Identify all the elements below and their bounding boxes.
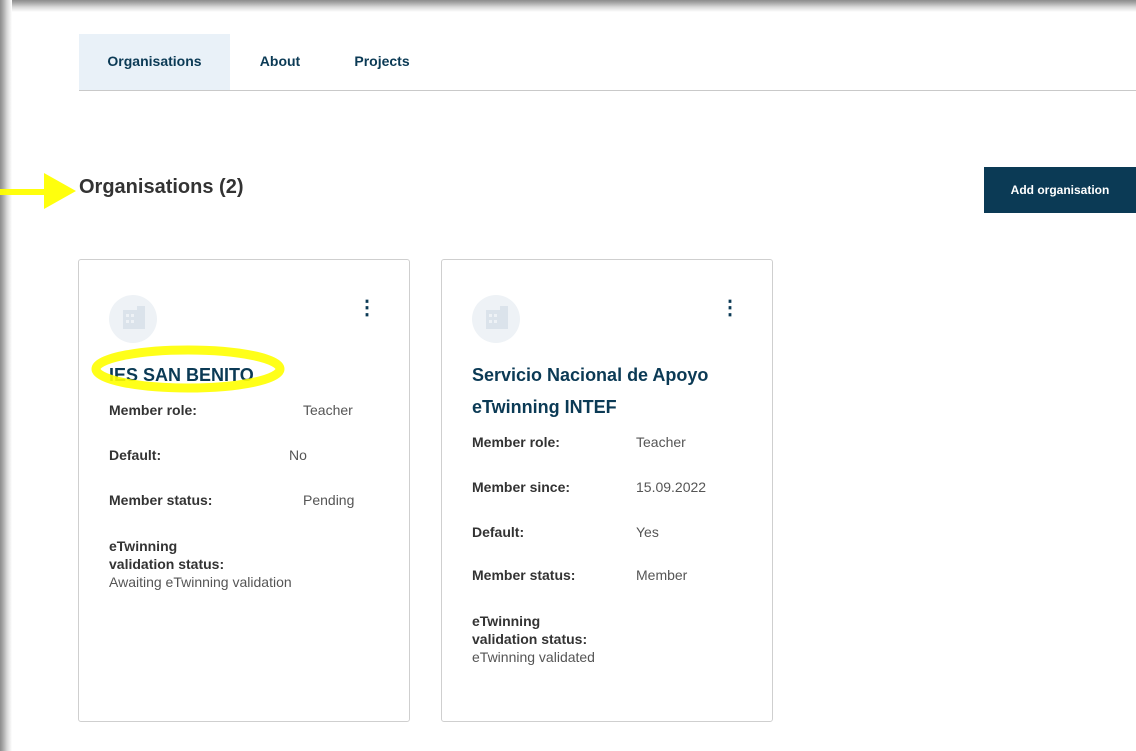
highlighter-arrow-icon bbox=[0, 173, 76, 209]
validation-status: eTwinning validation status: Awaiting eT… bbox=[109, 537, 292, 591]
validation-status-value: Awaiting eTwinning validation bbox=[109, 574, 292, 590]
highlighter-circle-mark bbox=[91, 345, 285, 393]
default-label: Default: bbox=[472, 524, 525, 540]
default-value: No bbox=[289, 447, 307, 463]
kebab-menu-icon[interactable]: ⋮ bbox=[720, 298, 740, 318]
validation-status-label: validation status: bbox=[472, 631, 588, 647]
validation-status-value: eTwinning validated bbox=[472, 649, 595, 665]
building-icon bbox=[486, 306, 508, 329]
member-role-value: Teacher bbox=[636, 434, 686, 450]
validation-status-label: validation status: bbox=[109, 556, 225, 572]
tab-bar: Organisations About Projects bbox=[79, 34, 1136, 91]
organisation-logo bbox=[472, 295, 520, 343]
default-row: Default: No bbox=[109, 447, 399, 467]
member-status-value: Member bbox=[636, 567, 688, 583]
kebab-menu-icon[interactable]: ⋮ bbox=[357, 298, 377, 318]
page-title: Organisations (2) bbox=[79, 176, 244, 198]
default-row: Default: Yes bbox=[472, 524, 762, 544]
building-icon bbox=[123, 306, 145, 329]
organisation-card: ⋮ Servicio Nacional de Apoyo eTwinning I… bbox=[441, 259, 773, 722]
add-organisation-button[interactable]: Add organisation bbox=[984, 167, 1136, 213]
member-since-value: 15.09.2022 bbox=[636, 479, 707, 495]
member-status-label: Member status: bbox=[109, 492, 213, 508]
default-value: Yes bbox=[636, 524, 659, 540]
member-role-row: Member role: Teacher bbox=[472, 434, 762, 454]
member-status-value: Pending bbox=[303, 492, 355, 508]
tab-organisations[interactable]: Organisations bbox=[79, 34, 230, 90]
member-since-label: Member since: bbox=[472, 479, 571, 495]
member-status-row: Member status: Member bbox=[472, 567, 762, 587]
member-since-row: Member since: 15.09.2022 bbox=[472, 479, 762, 499]
validation-status-label: eTwinning bbox=[472, 613, 541, 629]
organisation-card: ⋮ IES SAN BENITO Member role: Teacher De… bbox=[78, 259, 410, 722]
organisation-name[interactable]: Servicio Nacional de Apoyo bbox=[472, 359, 708, 391]
default-label: Default: bbox=[109, 447, 162, 463]
validation-status: eTwinning validation status: eTwinning v… bbox=[472, 612, 595, 666]
member-status-row: Member status: Pending bbox=[109, 492, 399, 512]
member-role-row: Member role: Teacher bbox=[109, 402, 399, 422]
member-role-label: Member role: bbox=[109, 402, 197, 418]
screenshot-frame-top bbox=[0, 0, 1136, 12]
screenshot-frame-left bbox=[0, 0, 12, 751]
organisation-logo bbox=[109, 295, 157, 343]
tab-about[interactable]: About bbox=[246, 34, 314, 90]
member-role-value: Teacher bbox=[303, 402, 353, 418]
tab-projects[interactable]: Projects bbox=[341, 34, 423, 90]
member-role-label: Member role: bbox=[472, 434, 560, 450]
member-status-label: Member status: bbox=[472, 567, 576, 583]
validation-status-label: eTwinning bbox=[109, 538, 178, 554]
organisation-name[interactable]: eTwinning INTEF bbox=[472, 391, 617, 423]
